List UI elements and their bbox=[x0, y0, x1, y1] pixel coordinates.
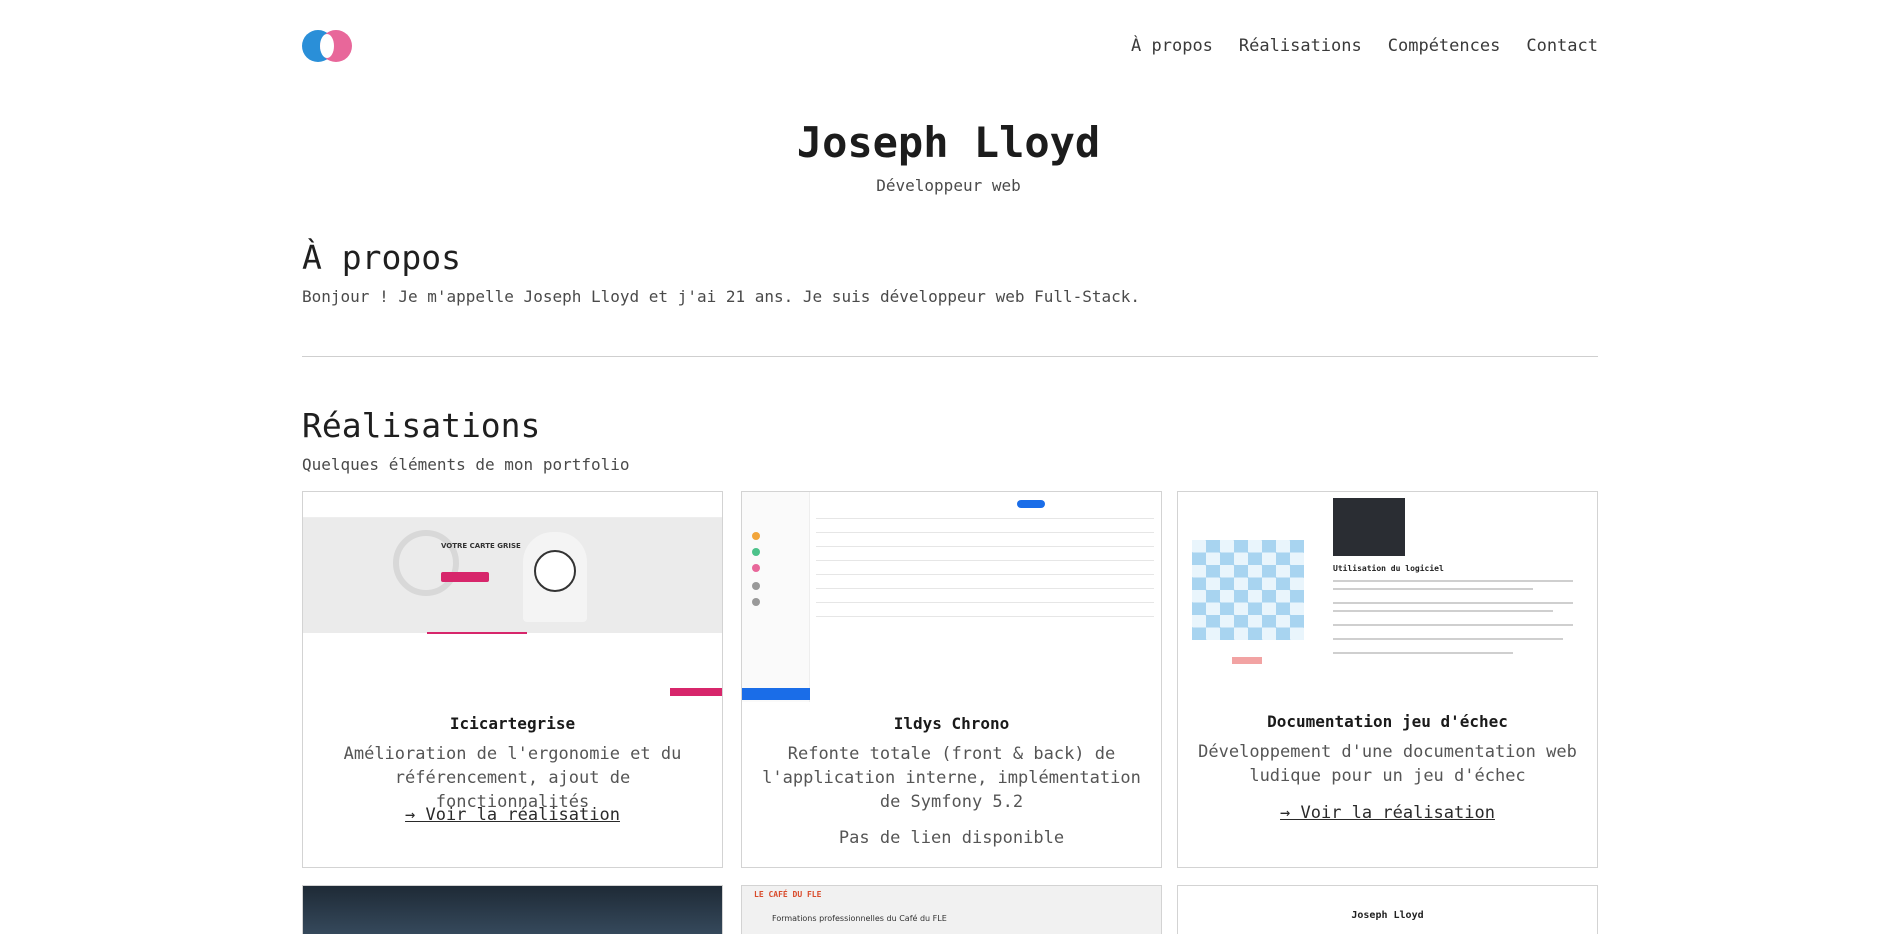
thumb-hero bbox=[303, 518, 722, 633]
works-subtitle: Quelques éléments de mon portfolio bbox=[302, 455, 630, 474]
about-title: À propos bbox=[302, 238, 461, 277]
thumb-circle bbox=[393, 530, 459, 596]
thumb-brand: LE CAFÉ DU FLE bbox=[754, 890, 822, 899]
thumb-hero-title: VOTRE CARTE GRISE bbox=[441, 542, 521, 550]
thumb-topbar bbox=[303, 492, 722, 518]
work-title: Documentation jeu d'échec bbox=[1267, 712, 1508, 731]
nav-skills[interactable]: Compétences bbox=[1388, 36, 1501, 56]
thumb-bottom-bar bbox=[303, 686, 722, 698]
logo-overlap bbox=[320, 34, 334, 58]
work-thumbnail[interactable]: VOTRE CARTE GRISE bbox=[303, 492, 722, 702]
work-card-ildys-chrono: Ildys Chrono Refonte totale (front & bac… bbox=[741, 491, 1162, 868]
page: À propos Réalisations Compétences Contac… bbox=[0, 0, 1897, 934]
works-title: Réalisations bbox=[302, 406, 541, 445]
logo[interactable] bbox=[302, 30, 352, 62]
thumb-chessboard bbox=[1192, 540, 1304, 640]
work-desc: Développement d'une documentation web lu… bbox=[1198, 742, 1577, 786]
work-no-link: Pas de lien disponible bbox=[838, 828, 1065, 848]
work-title: Ildys Chrono bbox=[893, 714, 1010, 733]
main-nav: À propos Réalisations Compétences Contac… bbox=[1131, 36, 1598, 56]
work-desc: Refonte totale (front & back) de l'appli… bbox=[762, 744, 1141, 812]
hero-role: Développeur web bbox=[876, 176, 1021, 195]
thumb-heading: Utilisation du logiciel bbox=[1333, 564, 1444, 573]
thumb-sidebar bbox=[742, 492, 810, 702]
thumb-heading: Formations professionnelles du Café du F… bbox=[772, 914, 947, 923]
thumb-red-button bbox=[1232, 657, 1262, 664]
work-thumbnail[interactable] bbox=[742, 492, 1161, 702]
work-desc: Amélioration de l'ergonomie et du référe… bbox=[343, 744, 682, 812]
nav-works[interactable]: Réalisations bbox=[1239, 36, 1362, 56]
thumb-dark-board bbox=[1333, 498, 1405, 556]
work-link[interactable]: → Voir la réalisation bbox=[303, 805, 722, 825]
thumb-sidebar-button bbox=[742, 688, 810, 700]
work-card-icicartegrise: VOTRE CARTE GRISE Icicartegrise Améliora… bbox=[302, 491, 723, 868]
about-text: Bonjour ! Je m'appelle Joseph Lloyd et j… bbox=[302, 287, 1141, 306]
thumb-cta bbox=[441, 572, 489, 582]
work-link[interactable]: → Voir la réalisation bbox=[1178, 803, 1597, 823]
thumb-accent bbox=[427, 632, 527, 634]
work-card-partial[interactable]: Joseph Lloyd bbox=[1177, 885, 1598, 934]
thumb-name: Joseph Lloyd bbox=[1351, 910, 1424, 921]
nav-contact[interactable]: Contact bbox=[1526, 36, 1598, 56]
hero-name: Joseph Lloyd bbox=[796, 118, 1101, 167]
section-divider bbox=[302, 356, 1598, 357]
thumb-pill bbox=[1017, 500, 1045, 508]
nav-about[interactable]: À propos bbox=[1131, 36, 1213, 56]
work-thumbnail[interactable]: Utilisation du logiciel bbox=[1178, 492, 1597, 702]
work-title: Icicartegrise bbox=[449, 714, 576, 733]
thumb-mascot-badge bbox=[534, 550, 576, 592]
work-card-partial[interactable] bbox=[302, 885, 723, 934]
work-card-partial[interactable]: LE CAFÉ DU FLE Formations professionnell… bbox=[741, 885, 1162, 934]
work-card-chess-doc: Utilisation du logiciel Documentation je… bbox=[1177, 491, 1598, 868]
